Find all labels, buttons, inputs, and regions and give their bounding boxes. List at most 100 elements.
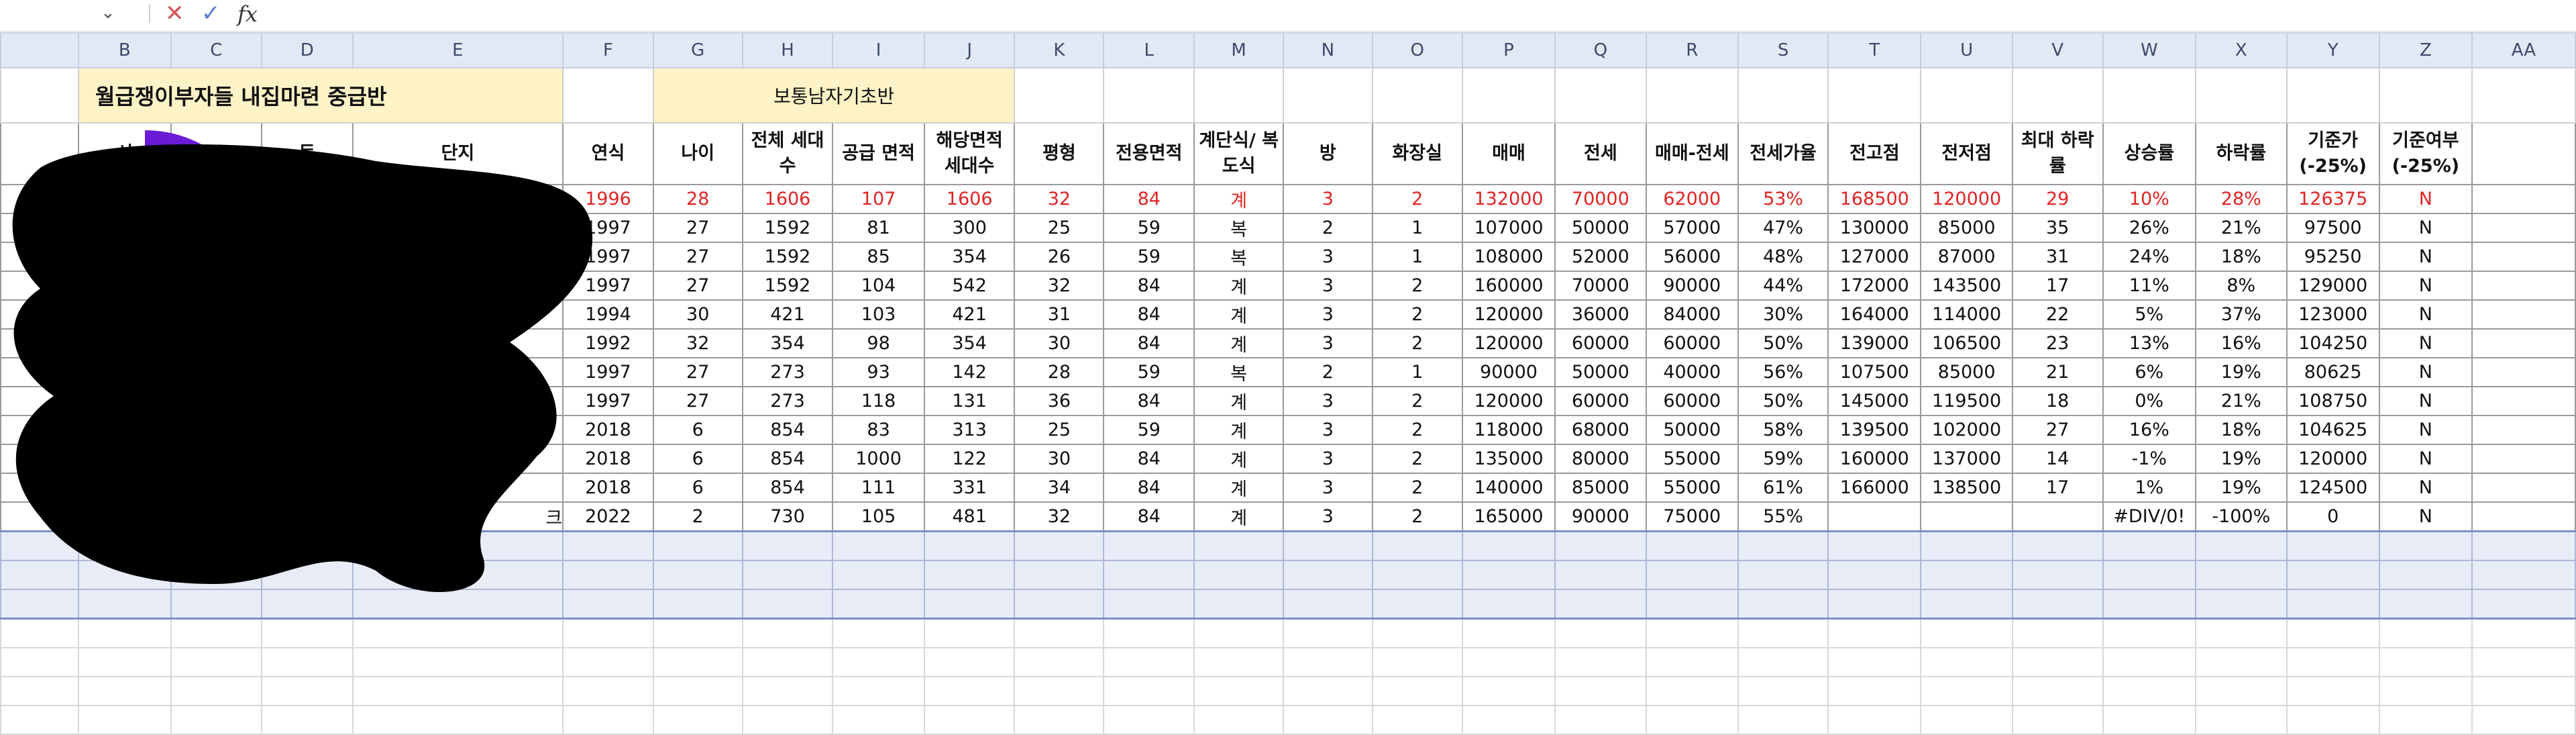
data-cell[interactable]: 26%	[2102, 213, 2197, 243]
data-cell[interactable]: 313	[923, 415, 1016, 445]
cell[interactable]	[1193, 560, 1285, 590]
data-cell[interactable]: 복	[1193, 357, 1285, 387]
cell[interactable]	[923, 647, 1016, 677]
cell[interactable]	[2471, 530, 2576, 561]
cell[interactable]	[1827, 560, 1922, 590]
data-cell[interactable]: 85000	[1554, 473, 1647, 503]
cell[interactable]	[2011, 676, 2104, 706]
cell[interactable]	[741, 530, 834, 561]
cell[interactable]	[1014, 705, 1105, 735]
cell[interactable]	[1371, 676, 1463, 706]
data-cell[interactable]: 140000	[1461, 473, 1556, 503]
data-cell[interactable]: 13%	[2102, 328, 2197, 358]
column-header[interactable]: C	[170, 32, 263, 68]
cell[interactable]	[2471, 444, 2576, 474]
data-cell[interactable]: 19%	[2195, 357, 2288, 387]
cell[interactable]	[832, 676, 925, 706]
cell[interactable]	[1554, 647, 1647, 677]
column-header[interactable]: Y	[2286, 32, 2380, 68]
cell[interactable]	[1461, 618, 1556, 648]
data-cell[interactable]: 16%	[2102, 415, 2197, 445]
data-cell[interactable]: 56000	[1645, 242, 1739, 272]
data-cell[interactable]: 145000	[1827, 386, 1922, 416]
cell[interactable]	[1645, 589, 1739, 620]
data-cell[interactable]: 120000	[1920, 184, 2013, 214]
data-cell[interactable]: 29	[2011, 184, 2104, 214]
data-cell[interactable]: N	[2378, 444, 2473, 474]
data-cell[interactable]: 1	[1371, 213, 1463, 243]
data-cell[interactable]: 124500	[2286, 473, 2380, 503]
cell[interactable]	[2378, 589, 2473, 620]
data-cell[interactable]: 95250	[2286, 242, 2380, 272]
column-header[interactable]: N	[1283, 32, 1373, 68]
data-cell[interactable]: 6	[652, 444, 743, 474]
data-cell[interactable]: 27	[652, 213, 743, 243]
cell[interactable]	[0, 647, 79, 677]
cell[interactable]	[832, 618, 925, 648]
column-header[interactable]: B	[77, 32, 172, 68]
data-cell[interactable]: 2	[1371, 444, 1463, 474]
data-cell[interactable]: 2	[652, 501, 743, 532]
data-cell[interactable]: 28	[1014, 357, 1105, 387]
data-cell[interactable]: 854	[741, 473, 834, 503]
data-cell[interactable]: 40000	[1645, 357, 1739, 387]
header-cell[interactable]: 평형	[1014, 122, 1105, 185]
cell[interactable]	[832, 705, 925, 735]
cell[interactable]	[2471, 676, 2576, 706]
data-cell[interactable]: 114000	[1920, 299, 2013, 330]
data-cell[interactable]: 30	[1014, 328, 1105, 358]
data-cell[interactable]: -100%	[2195, 501, 2288, 532]
data-cell[interactable]: 2	[1371, 299, 1463, 330]
cell[interactable]	[2378, 647, 2473, 677]
empty-row[interactable]	[0, 618, 2576, 648]
cell[interactable]	[2471, 67, 2576, 124]
header-cell[interactable]: 상승률	[2102, 122, 2197, 185]
column-header[interactable]: Q	[1554, 32, 1647, 68]
data-cell[interactable]: 70000	[1554, 271, 1647, 301]
data-cell[interactable]: 354	[923, 242, 1016, 272]
cell[interactable]	[2378, 530, 2473, 561]
data-cell[interactable]: 27	[652, 357, 743, 387]
cell[interactable]	[2471, 386, 2576, 416]
header-cell[interactable]: 전용면적	[1103, 122, 1195, 185]
data-cell[interactable]: 107000	[1461, 213, 1556, 243]
cell[interactable]	[1827, 705, 1922, 735]
data-cell[interactable]: 1000	[832, 444, 925, 474]
cell[interactable]	[652, 560, 743, 590]
cell[interactable]	[1554, 705, 1647, 735]
column-header[interactable]: X	[2195, 32, 2288, 68]
data-cell[interactable]: 18%	[2195, 415, 2288, 445]
sheet-subtitle[interactable]: 보통남자기초반	[652, 67, 1016, 124]
data-cell[interactable]: 104250	[2286, 328, 2380, 358]
cell[interactable]	[77, 618, 172, 648]
column-header[interactable]: I	[832, 32, 925, 68]
data-cell[interactable]: 59	[1103, 242, 1195, 272]
data-cell[interactable]: 273	[741, 386, 834, 416]
data-cell[interactable]: 28%	[2195, 184, 2288, 214]
cell[interactable]	[1193, 530, 1285, 561]
data-cell[interactable]: 80000	[1554, 444, 1647, 474]
data-cell[interactable]: 복	[1193, 242, 1285, 272]
cell[interactable]	[1554, 530, 1647, 561]
data-cell[interactable]: 25	[1014, 213, 1105, 243]
cell[interactable]	[2471, 242, 2576, 272]
cell[interactable]	[2102, 560, 2197, 590]
data-cell[interactable]: 14	[2011, 444, 2104, 474]
cell[interactable]	[170, 705, 263, 735]
data-cell[interactable]: 90000	[1554, 501, 1647, 532]
data-cell[interactable]: 130000	[1827, 213, 1922, 243]
cell[interactable]	[2102, 589, 2197, 620]
data-cell[interactable]: 21%	[2195, 213, 2288, 243]
cell[interactable]	[170, 676, 263, 706]
data-cell[interactable]: 19%	[2195, 473, 2288, 503]
cell[interactable]	[2195, 530, 2288, 561]
cell[interactable]	[2011, 589, 2104, 620]
cell[interactable]	[1920, 560, 2013, 590]
header-cell[interactable]: 하락률	[2195, 122, 2288, 185]
data-cell[interactable]: 105	[832, 501, 925, 532]
cell[interactable]	[1645, 676, 1739, 706]
cell[interactable]	[2286, 67, 2380, 124]
column-header[interactable]: L	[1103, 32, 1195, 68]
data-cell[interactable]: 6	[652, 473, 743, 503]
enter-icon[interactable]: ✓	[201, 0, 221, 27]
